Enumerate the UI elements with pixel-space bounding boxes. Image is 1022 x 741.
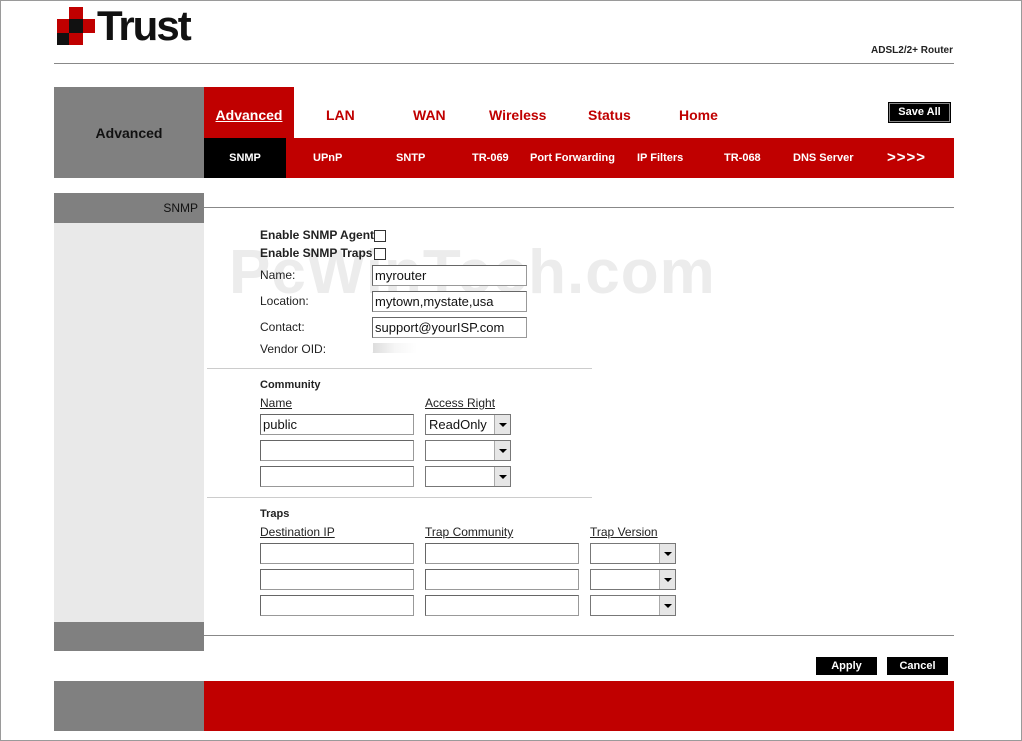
name-input[interactable]: myrouter <box>372 265 527 286</box>
chevron-down-icon <box>659 544 675 563</box>
community-name-input-1[interactable]: public <box>260 414 414 435</box>
subtab-upnp[interactable]: UPnP <box>313 152 342 164</box>
chevron-down-icon <box>659 570 675 589</box>
community-name-header: Name <box>260 396 293 410</box>
trap-version-select-3[interactable] <box>590 595 676 616</box>
enable-agent-label: Enable SNMP Agent <box>260 228 375 242</box>
community-divider <box>207 368 592 369</box>
product-name: ADSL2/2+ Router <box>871 45 953 56</box>
trap-community-input-1[interactable] <box>425 543 579 564</box>
trap-community-input-3[interactable] <box>425 595 579 616</box>
vendor-oid-label: Vendor OID: <box>260 342 327 356</box>
subtab-snmp[interactable]: SNMP <box>204 138 286 178</box>
chevron-down-icon <box>659 596 675 615</box>
trap-dest-input-3[interactable] <box>260 595 414 616</box>
community-name-input-2[interactable] <box>260 440 414 461</box>
community-access-header: Access Right <box>425 396 496 410</box>
trap-community-header: Trap Community <box>425 525 514 539</box>
community-title: Community <box>260 379 321 391</box>
footer-left-bar <box>54 681 204 731</box>
enable-agent-checkbox[interactable] <box>374 230 386 242</box>
access-right-select-2[interactable] <box>425 440 511 461</box>
sidebar-footer <box>54 622 204 651</box>
subtab-dns-server[interactable]: DNS Server <box>793 152 854 164</box>
sidebar: SNMP <box>54 193 204 651</box>
sub-tabs: SNMP UPnP SNTP TR-069 Port Forwarding IP… <box>204 138 954 178</box>
trap-dest-input-2[interactable] <box>260 569 414 590</box>
sidebar-title: SNMP <box>54 193 204 223</box>
community-name-input-3[interactable] <box>260 466 414 487</box>
section-divider <box>204 207 954 208</box>
contact-label: Contact: <box>260 320 305 334</box>
subtab-port-forwarding[interactable]: Port Forwarding <box>530 152 615 164</box>
traps-title: Traps <box>260 508 290 520</box>
contact-input[interactable]: support@yourISP.com <box>372 317 527 338</box>
chevron-down-icon <box>494 415 510 434</box>
access-right-select-1[interactable]: ReadOnly <box>425 414 511 435</box>
form-bottom-divider <box>204 635 954 636</box>
subtab-ip-filters[interactable]: IP Filters <box>637 152 683 164</box>
cancel-button[interactable]: Cancel <box>887 657 948 675</box>
main-tabs: Advanced LAN WAN Wireless Status Home Sa… <box>204 87 954 138</box>
apply-button[interactable]: Apply <box>816 657 877 675</box>
tab-advanced[interactable]: Advanced <box>204 87 294 138</box>
trap-version-header: Trap Version <box>590 525 658 539</box>
tab-wireless[interactable]: Wireless <box>489 107 546 123</box>
chevron-down-icon <box>494 467 510 486</box>
nav-section-panel: Advanced <box>54 87 204 178</box>
enable-traps-checkbox[interactable] <box>374 248 386 260</box>
tab-status[interactable]: Status <box>588 107 631 123</box>
footer-right-bar <box>204 681 954 731</box>
chevron-down-icon <box>494 441 510 460</box>
header-divider <box>54 63 954 64</box>
traps-divider <box>207 497 592 498</box>
enable-traps-label: Enable SNMP Traps <box>260 246 373 260</box>
brand-name: Trust <box>97 2 192 49</box>
save-all-button[interactable]: Save All <box>888 102 951 123</box>
trust-logo: Trust <box>57 2 192 49</box>
trust-cross-icon <box>57 7 95 45</box>
trap-dest-header: Destination IP <box>260 525 335 539</box>
tab-wan[interactable]: WAN <box>413 107 446 123</box>
subtab-tr068[interactable]: TR-068 <box>724 152 761 164</box>
access-right-select-3[interactable] <box>425 466 511 487</box>
access-right-value-1: ReadOnly <box>429 417 487 432</box>
subtab-more[interactable]: >>>> <box>887 149 926 166</box>
tab-lan[interactable]: LAN <box>326 107 355 123</box>
trap-version-select-2[interactable] <box>590 569 676 590</box>
subtab-tr069[interactable]: TR-069 <box>472 152 509 164</box>
location-label: Location: <box>260 294 309 308</box>
trap-community-input-2[interactable] <box>425 569 579 590</box>
trap-version-select-1[interactable] <box>590 543 676 564</box>
trap-dest-input-1[interactable] <box>260 543 414 564</box>
tab-home[interactable]: Home <box>679 107 718 123</box>
location-input[interactable]: mytown,mystate,usa <box>372 291 527 312</box>
nav-section-title: Advanced <box>95 124 163 141</box>
name-label: Name: <box>260 268 296 282</box>
subtab-sntp[interactable]: SNTP <box>396 152 425 164</box>
vendor-oid-blur <box>373 343 417 353</box>
